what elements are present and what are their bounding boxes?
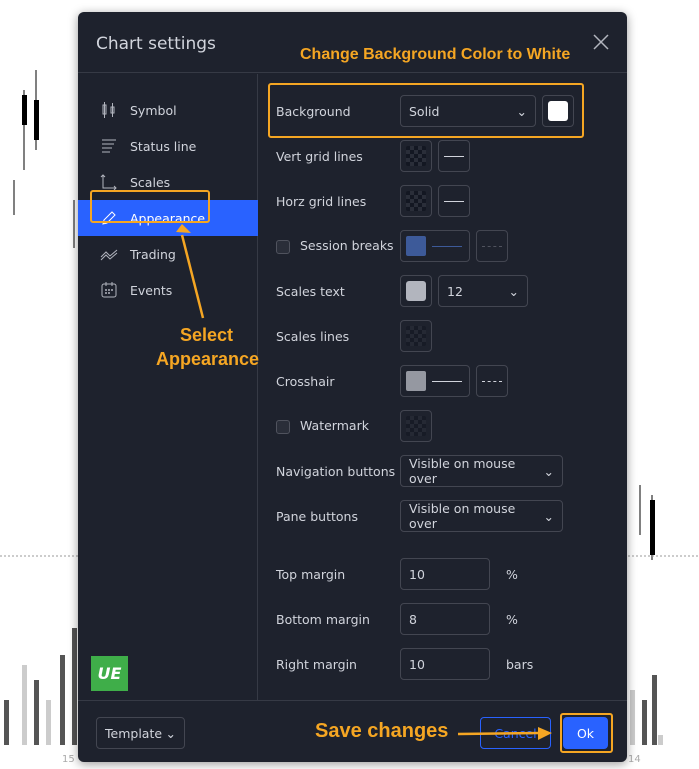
arrow-icon [538, 727, 552, 740]
annotation-arrows [176, 224, 552, 740]
arrow-icon [176, 224, 191, 233]
